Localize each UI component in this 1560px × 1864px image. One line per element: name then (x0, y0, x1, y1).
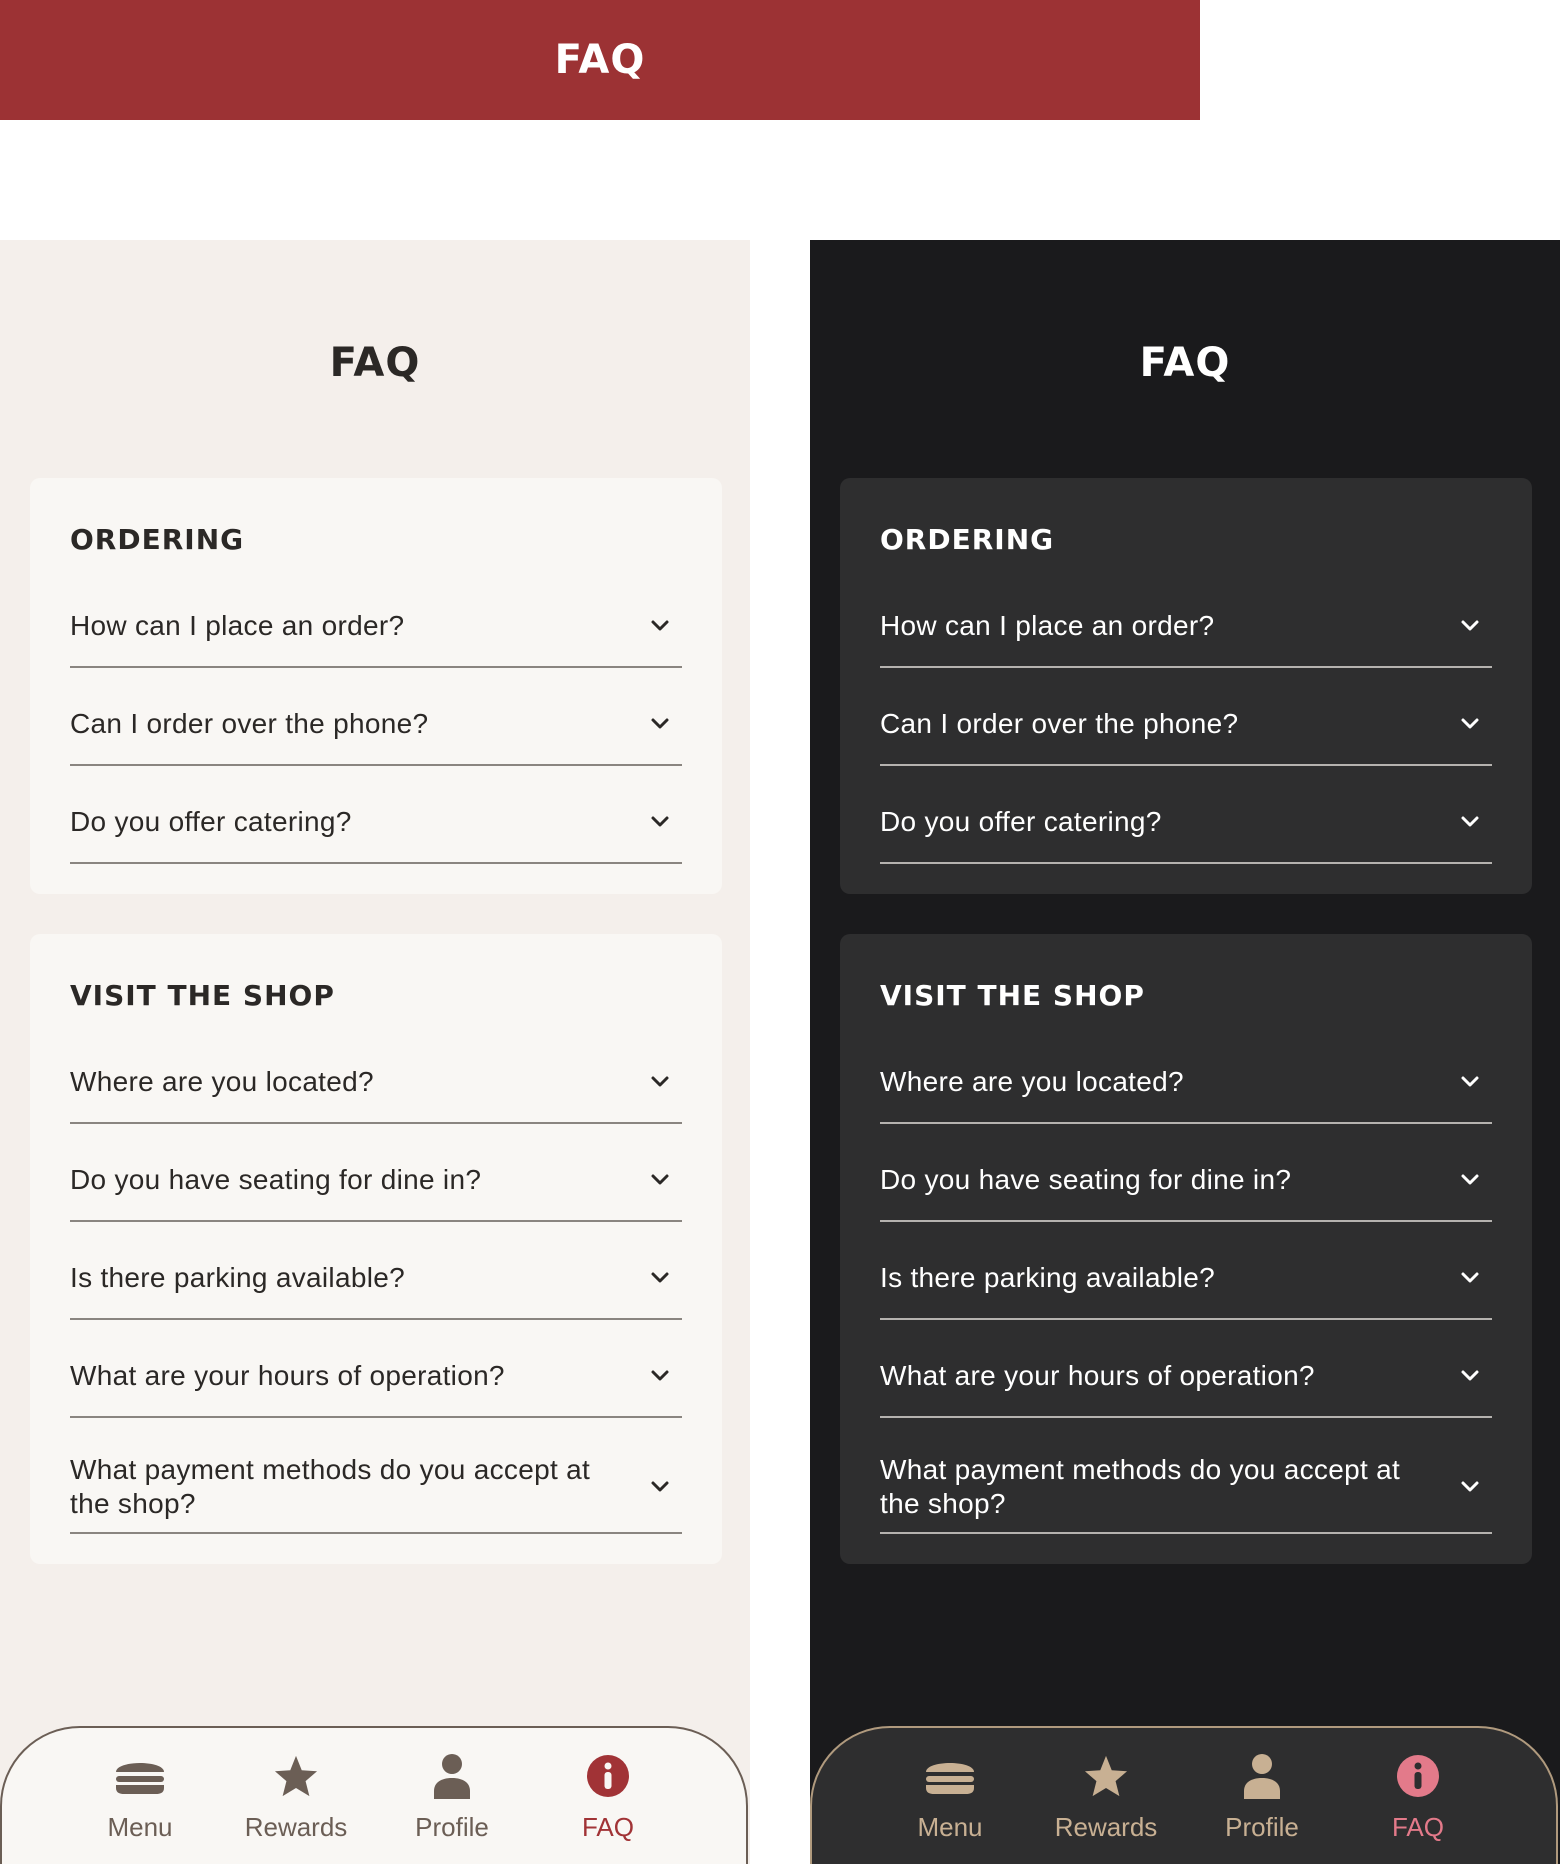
top-banner: FAQ (0, 0, 1200, 120)
chevron-down-icon (1458, 712, 1482, 736)
page-title: FAQ (329, 340, 421, 386)
faq-question: Do you have seating for dine in? (70, 1164, 482, 1195)
faq-question: Where are you located? (880, 1066, 1184, 1097)
faq-question: How can I place an order? (70, 610, 405, 641)
tab-label: Menu (917, 1812, 983, 1842)
faq-question: Can I order over the phone? (70, 708, 429, 739)
chevron-down-icon (648, 1364, 672, 1388)
star-icon (1078, 1748, 1134, 1804)
section-title-ordering: ORDERING (880, 523, 1055, 556)
faq-question: Is there parking available? (880, 1262, 1215, 1293)
tab-label: Profile (1225, 1812, 1299, 1842)
faq-item[interactable]: What are your hours of operation? (880, 1320, 1492, 1418)
info-icon (1390, 1748, 1446, 1804)
faq-item[interactable]: Do you have seating for dine in? (70, 1124, 682, 1222)
faq-question: Do you offer catering? (880, 806, 1162, 837)
bottom-tab-bar: Menu Rewards Profile FAQ (0, 1726, 748, 1864)
faq-item[interactable]: Can I order over the phone? (70, 668, 682, 766)
faq-item[interactable]: What are your hours of operation? (70, 1320, 682, 1418)
tab-label: FAQ (1391, 1812, 1444, 1842)
tab-label: FAQ (581, 1812, 634, 1842)
faq-item[interactable]: Where are you located? (70, 1018, 682, 1124)
chevron-down-icon (1458, 1475, 1482, 1499)
chevron-down-icon (1458, 1266, 1482, 1290)
section-title-ordering: ORDERING (70, 523, 245, 556)
page-title: FAQ (1139, 340, 1231, 386)
tab-label: Rewards (1054, 1812, 1158, 1842)
tab-faq[interactable]: FAQ (1348, 1748, 1488, 1843)
faq-item[interactable]: Can I order over the phone? (880, 668, 1492, 766)
chevron-down-icon (648, 810, 672, 834)
star-icon (268, 1748, 324, 1804)
chevron-down-icon (1458, 1070, 1482, 1094)
tab-faq[interactable]: FAQ (538, 1748, 678, 1843)
burger-icon (112, 1748, 168, 1804)
faq-item[interactable]: Do you offer catering? (70, 766, 682, 864)
chevron-down-icon (1458, 810, 1482, 834)
ordering-card: ORDERING How can I place an order? Can I… (840, 478, 1532, 894)
faq-question: What payment methods do you accept at th… (880, 1454, 1401, 1519)
faq-item[interactable]: Where are you located? (880, 1018, 1492, 1124)
faq-question: Can I order over the phone? (880, 708, 1239, 739)
faq-question: Is there parking available? (70, 1262, 405, 1293)
faq-item[interactable]: Is there parking available? (880, 1222, 1492, 1320)
section-title-visit-shop: VISIT THE SHOP (880, 979, 1145, 1012)
info-icon (580, 1748, 636, 1804)
faq-item[interactable]: What payment methods do you accept at th… (70, 1418, 682, 1534)
chevron-down-icon (648, 614, 672, 638)
person-icon (424, 1748, 480, 1804)
faq-item[interactable]: Do you have seating for dine in? (880, 1124, 1492, 1222)
tab-menu[interactable]: Menu (70, 1748, 210, 1843)
chevron-down-icon (648, 1266, 672, 1290)
faq-question: What payment methods do you accept at th… (70, 1454, 591, 1519)
faq-question: Do you have seating for dine in? (880, 1164, 1292, 1195)
person-icon (1234, 1748, 1290, 1804)
chevron-down-icon (1458, 614, 1482, 638)
tab-rewards[interactable]: Rewards (1036, 1748, 1176, 1843)
tab-label: Menu (107, 1812, 173, 1842)
faq-item[interactable]: Is there parking available? (70, 1222, 682, 1320)
bottom-tab-bar: Menu Rewards Profile FAQ (810, 1726, 1558, 1864)
light-mode-screen: FAQ ORDERING How can I place an order? C… (0, 240, 750, 1864)
tab-label: Profile (415, 1812, 489, 1842)
chevron-down-icon (648, 1070, 672, 1094)
dark-mode-screen: FAQ ORDERING How can I place an order? C… (810, 240, 1560, 1864)
faq-question: How can I place an order? (880, 610, 1215, 641)
visit-shop-card: VISIT THE SHOP Where are you located? Do… (840, 934, 1532, 1564)
section-title-visit-shop: VISIT THE SHOP (70, 979, 335, 1012)
faq-question: Where are you located? (70, 1066, 374, 1097)
chevron-down-icon (1458, 1168, 1482, 1192)
chevron-down-icon (648, 1168, 672, 1192)
chevron-down-icon (648, 1475, 672, 1499)
banner-title: FAQ (554, 37, 646, 83)
faq-question: Do you offer catering? (70, 806, 352, 837)
faq-question: What are your hours of operation? (70, 1360, 505, 1391)
ordering-card: ORDERING How can I place an order? Can I… (30, 478, 722, 894)
burger-icon (922, 1748, 978, 1804)
chevron-down-icon (1458, 1364, 1482, 1388)
tab-label: Rewards (244, 1812, 348, 1842)
faq-question: What are your hours of operation? (880, 1360, 1315, 1391)
tab-rewards[interactable]: Rewards (226, 1748, 366, 1843)
visit-shop-card: VISIT THE SHOP Where are you located? Do… (30, 934, 722, 1564)
faq-item[interactable]: What payment methods do you accept at th… (880, 1418, 1492, 1534)
tab-menu[interactable]: Menu (880, 1748, 1020, 1843)
tab-profile[interactable]: Profile (1192, 1748, 1332, 1843)
chevron-down-icon (648, 712, 672, 736)
faq-item[interactable]: How can I place an order? (70, 562, 682, 668)
tab-profile[interactable]: Profile (382, 1748, 522, 1843)
faq-item[interactable]: Do you offer catering? (880, 766, 1492, 864)
faq-item[interactable]: How can I place an order? (880, 562, 1492, 668)
